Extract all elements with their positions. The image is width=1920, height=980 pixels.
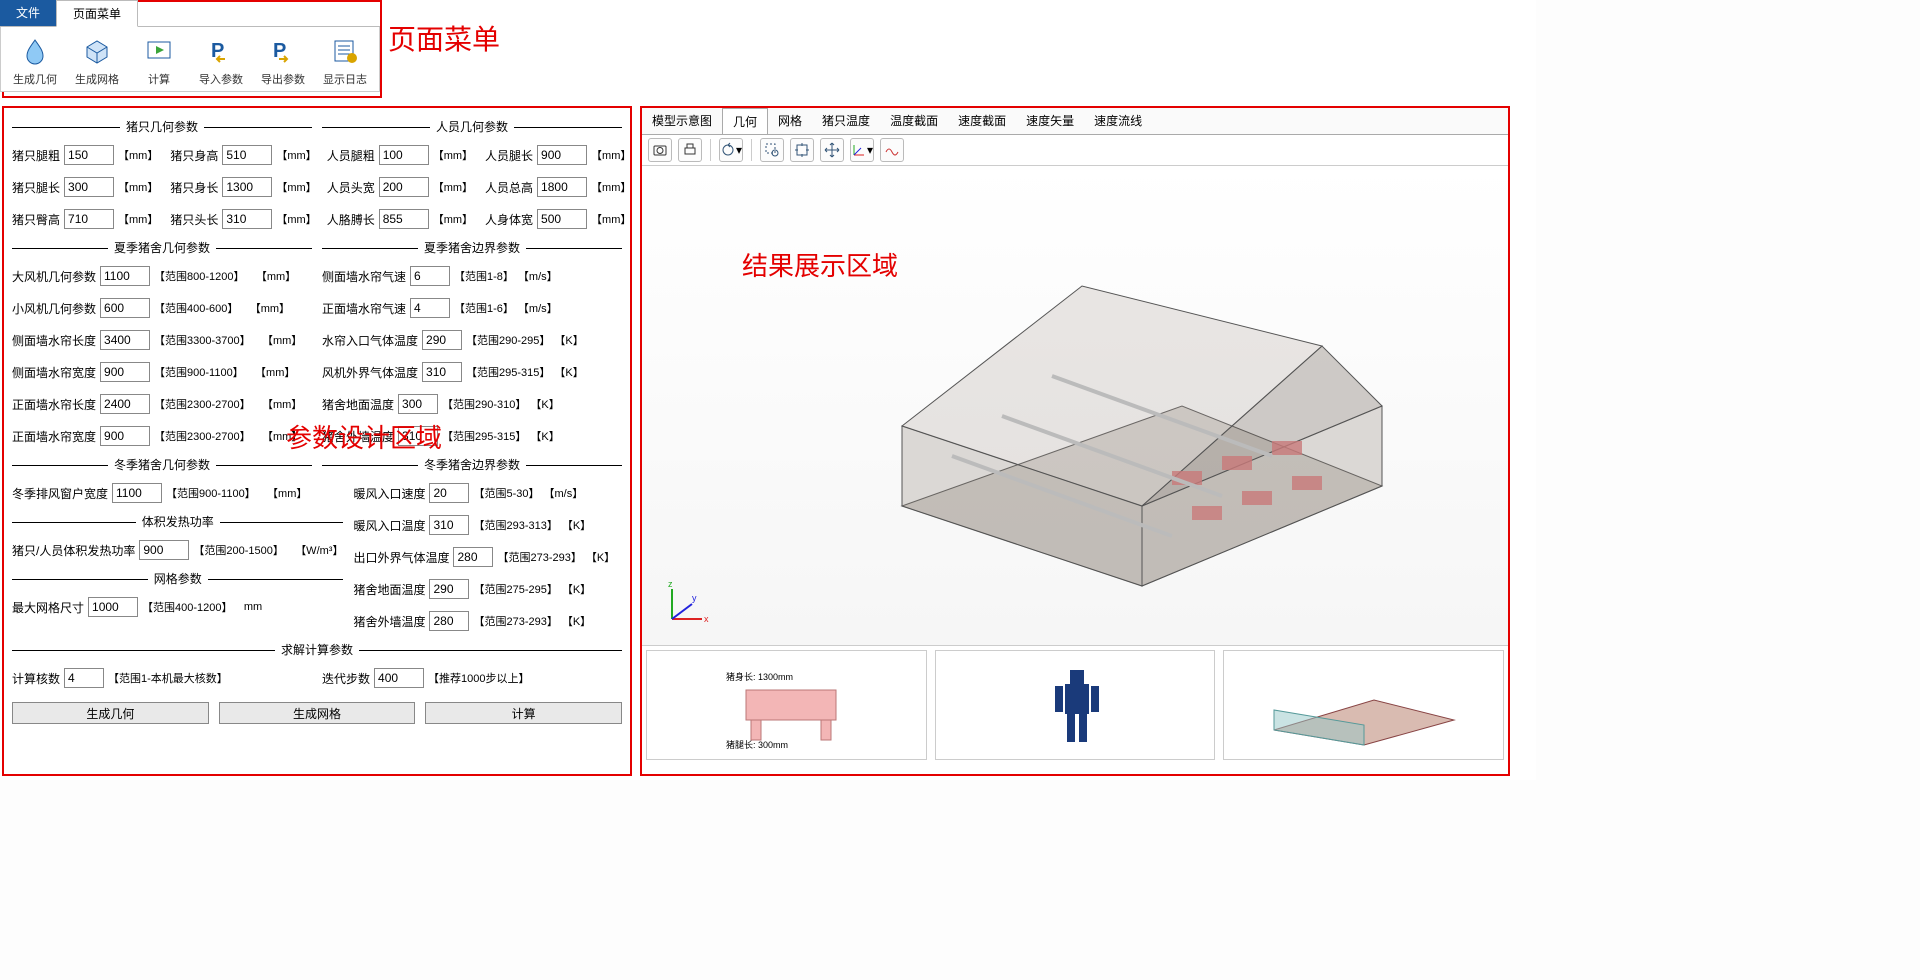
camera-icon[interactable] [648, 138, 672, 162]
thumb-person[interactable] [935, 650, 1216, 760]
warm-vel[interactable] [429, 483, 469, 503]
big-fan[interactable] [100, 266, 150, 286]
front-vel[interactable] [410, 298, 450, 318]
inlet-t[interactable] [422, 330, 462, 350]
sec-mesh: 网格参数 [148, 572, 208, 586]
person-total-h[interactable] [537, 177, 587, 197]
btn-gen-geom[interactable]: 生成几何 [11, 35, 59, 87]
out-t[interactable] [453, 547, 493, 567]
play-icon [143, 35, 175, 67]
thumb-pig[interactable]: 猪身长: 1300mm 猪腿长: 300mm [646, 650, 927, 760]
pig-leg-len[interactable] [64, 177, 114, 197]
sec-person: 人员几何参数 [430, 120, 514, 134]
side-vel[interactable] [410, 266, 450, 286]
drop-icon [19, 35, 51, 67]
btn-log[interactable]: 显示日志 [321, 35, 369, 87]
wave-icon[interactable] [880, 138, 904, 162]
fan-t[interactable] [422, 362, 462, 382]
person-arm-l[interactable] [379, 209, 429, 229]
axis-triad-icon: z x y [662, 579, 712, 629]
svg-text:y: y [692, 593, 697, 603]
log-icon [329, 35, 361, 67]
print-icon[interactable] [678, 138, 702, 162]
heat-power[interactable] [139, 540, 189, 560]
btn-gen-mesh[interactable]: 生成网格 [73, 35, 121, 87]
front-wid[interactable] [100, 426, 150, 446]
annotation-top: 页面菜单 [388, 18, 500, 58]
person-leg-thick[interactable] [379, 145, 429, 165]
viewer-tabs: 模型示意图 几何 网格 猪只温度 温度截面 速度截面 速度矢量 速度流线 [642, 108, 1508, 135]
vtab-2[interactable]: 网格 [768, 108, 812, 134]
exhaust-w[interactable] [112, 483, 162, 503]
svg-text:z: z [668, 579, 673, 589]
annotation-left: 参数设计区域 [286, 418, 442, 455]
vtab-1[interactable]: 几何 [722, 108, 768, 134]
p-out-icon: P [267, 35, 299, 67]
front-len[interactable] [100, 394, 150, 414]
person-body-w[interactable] [537, 209, 587, 229]
building-model [842, 226, 1402, 606]
cube-icon [81, 35, 113, 67]
vtab-7[interactable]: 速度流线 [1084, 108, 1152, 134]
pig-body-h[interactable] [222, 145, 272, 165]
pig-leg-thick[interactable] [64, 145, 114, 165]
btn-compute[interactable]: 计算 [135, 35, 183, 87]
tab-file[interactable]: 文件 [0, 0, 56, 26]
btn-geom[interactable]: 生成几何 [12, 702, 209, 724]
fit-icon[interactable] [790, 138, 814, 162]
wg-t[interactable] [429, 579, 469, 599]
vtab-4[interactable]: 温度截面 [880, 108, 948, 134]
svg-text:x: x [704, 614, 709, 624]
sec-pig: 猪只几何参数 [120, 120, 204, 134]
thumb-building[interactable] [1223, 650, 1504, 760]
viewer-3d[interactable]: 结果展示区域 z x y [642, 166, 1508, 646]
zoom-box-icon[interactable] [760, 138, 784, 162]
vtab-5[interactable]: 速度截面 [948, 108, 1016, 134]
iters[interactable] [374, 668, 424, 688]
vtab-0[interactable]: 模型示意图 [642, 108, 722, 134]
btn-calc[interactable]: 计算 [425, 702, 622, 724]
warm-t[interactable] [429, 515, 469, 535]
pig-head-l[interactable] [222, 209, 272, 229]
tab-page-menu[interactable]: 页面菜单 [56, 0, 138, 27]
btn-import[interactable]: P 导入参数 [197, 35, 245, 87]
btn-export[interactable]: P 导出参数 [259, 35, 307, 87]
sec-solver: 求解计算参数 [275, 643, 359, 657]
sg-t[interactable] [398, 394, 438, 414]
axis-icon[interactable]: ▾ [850, 138, 874, 162]
p-in-icon: P [205, 35, 237, 67]
ww-t[interactable] [429, 611, 469, 631]
cores[interactable] [64, 668, 104, 688]
side-len[interactable] [100, 330, 150, 350]
vtab-3[interactable]: 猪只温度 [812, 108, 880, 134]
btn-mesh[interactable]: 生成网格 [219, 702, 416, 724]
sec-winter-geom: 冬季猪舍几何参数 [108, 458, 216, 472]
pig-body-l[interactable] [222, 177, 272, 197]
sec-summer-bound: 夏季猪舍边界参数 [418, 241, 526, 255]
reset-icon[interactable]: ▾ [719, 138, 743, 162]
svg-text:猪身长: 1300mm: 猪身长: 1300mm [726, 671, 793, 682]
sec-summer-geom: 夏季猪舍几何参数 [108, 241, 216, 255]
side-wid[interactable] [100, 362, 150, 382]
sec-winter-bound: 冬季猪舍边界参数 [418, 458, 526, 472]
svg-text:猪腿长: 300mm: 猪腿长: 300mm [726, 739, 788, 750]
vtab-6[interactable]: 速度矢量 [1016, 108, 1084, 134]
sec-heat: 体积发热功率 [136, 515, 220, 529]
person-head-w[interactable] [379, 177, 429, 197]
mesh-size[interactable] [88, 597, 138, 617]
move-icon[interactable] [820, 138, 844, 162]
person-leg-l[interactable] [537, 145, 587, 165]
small-fan[interactable] [100, 298, 150, 318]
pig-hip-h[interactable] [64, 209, 114, 229]
